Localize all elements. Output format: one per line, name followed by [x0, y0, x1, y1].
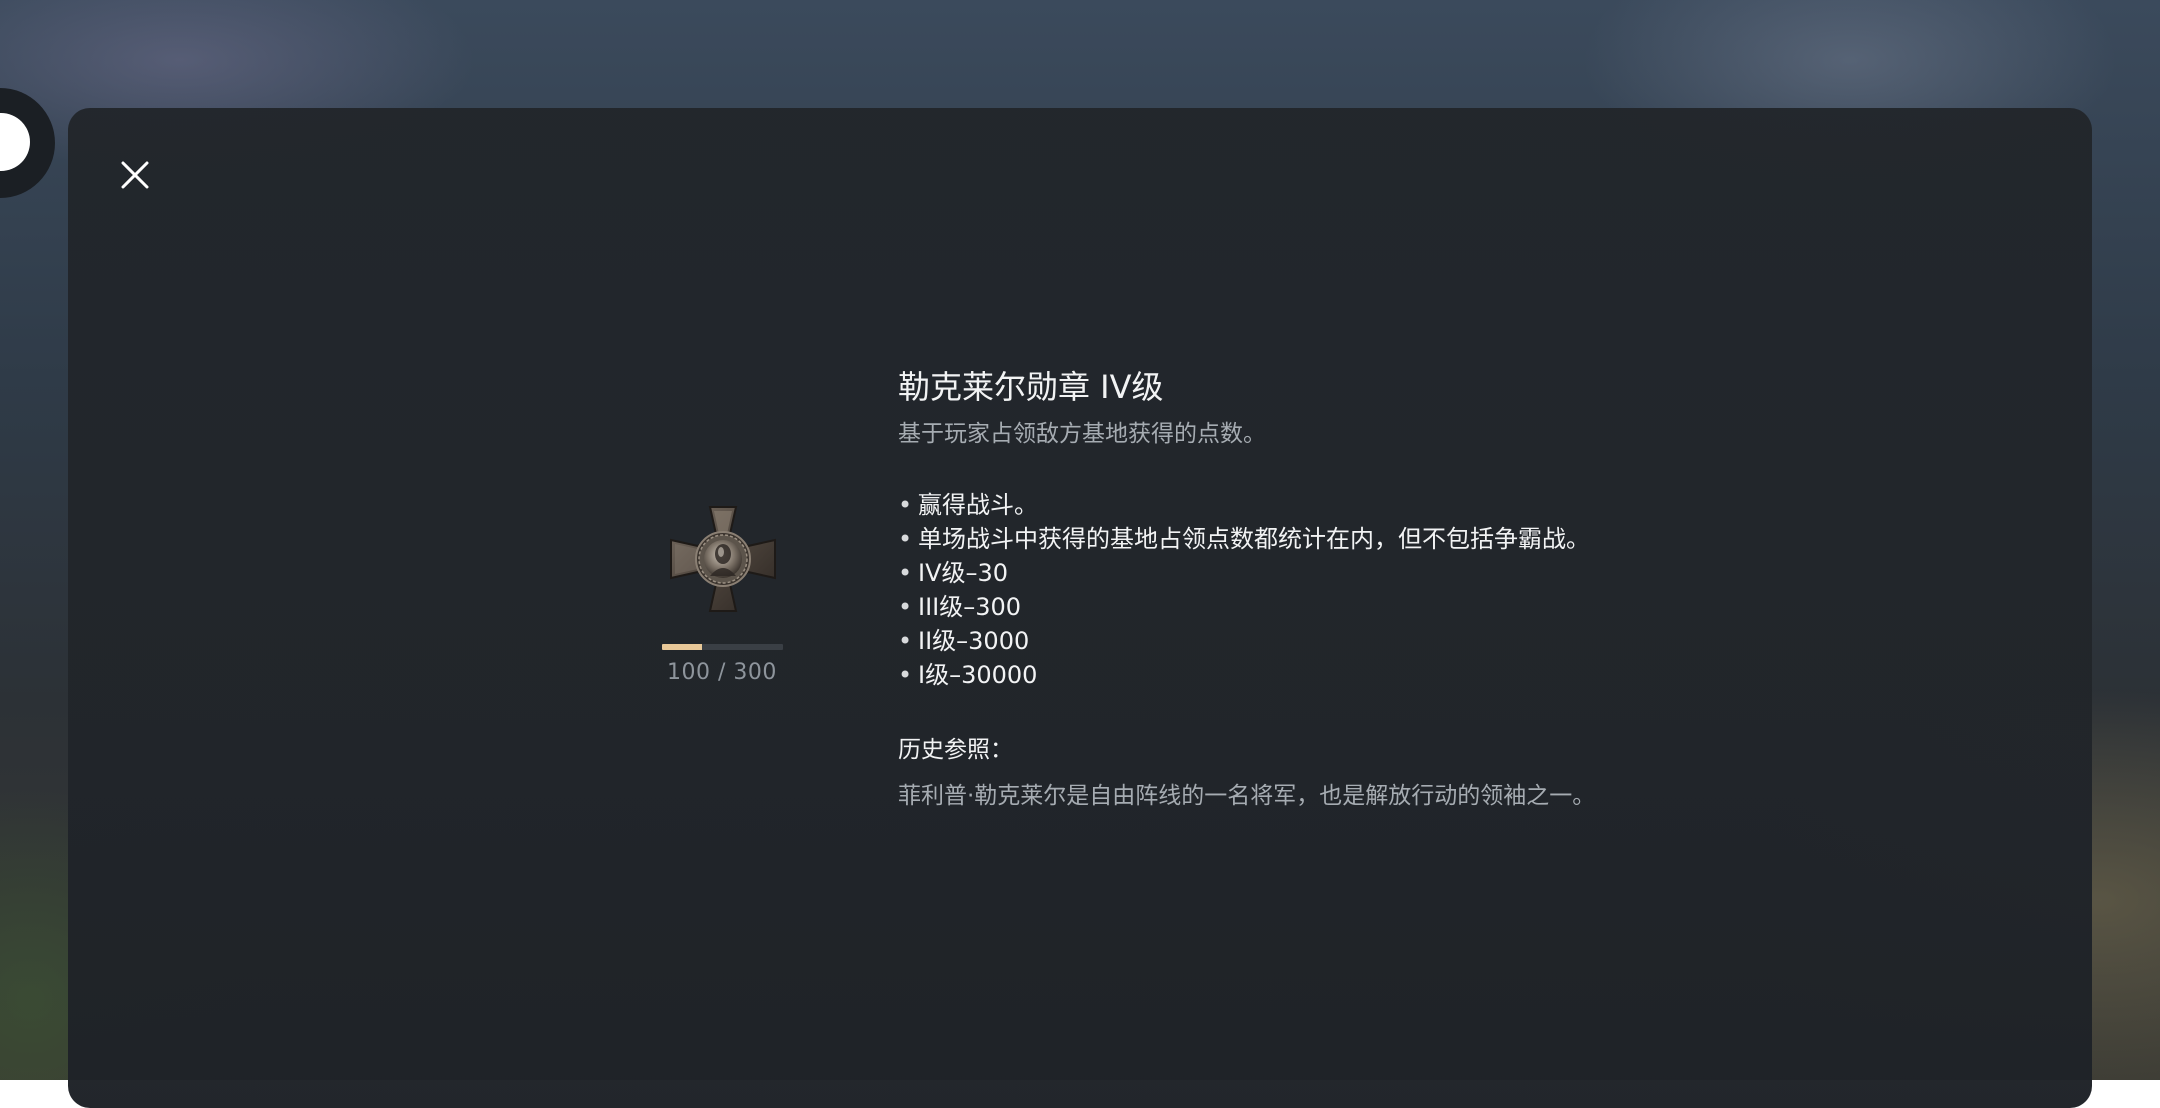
history-heading: 历史参照：: [898, 737, 1013, 763]
iron-cross-medal-icon: [670, 506, 776, 612]
medal-description: 勒克莱尔勋章 IV级 基于玩家占领敌方基地获得的点数。 • 赢得战斗。 • 单场战斗…: [898, 360, 1798, 814]
rule-item: • II级–3000: [898, 627, 1030, 655]
rule-item: • 赢得战斗。: [898, 491, 1038, 519]
medal-title: 勒克莱尔勋章 IV级: [898, 368, 1164, 406]
close-button[interactable]: [118, 158, 152, 192]
rule-item: • I级–30000: [898, 661, 1038, 689]
history-text: 菲利普·勒克莱尔是自由阵线的一名将军，也是解放行动的领袖之一。: [898, 783, 1596, 809]
medal-image: [668, 504, 778, 614]
medal-rules-list: • 赢得战斗。 • 单场战斗中获得的基地占领点数都统计在内，但不包括争霸战。 • IV…: [898, 488, 1798, 692]
rule-item: • III级–300: [898, 593, 1022, 621]
medal-progress-bar: [662, 644, 783, 650]
close-icon: [121, 161, 149, 189]
medal-subtitle: 基于玩家占领敌方基地获得的点数。: [898, 421, 1266, 447]
rule-item: • IV级–30: [898, 559, 1009, 587]
medal-progress-text: 100 / 300: [667, 660, 777, 685]
rule-item: • 单场战斗中获得的基地占领点数都统计在内，但不包括争霸战。: [898, 525, 1590, 553]
medal-progress-fill: [662, 644, 703, 650]
